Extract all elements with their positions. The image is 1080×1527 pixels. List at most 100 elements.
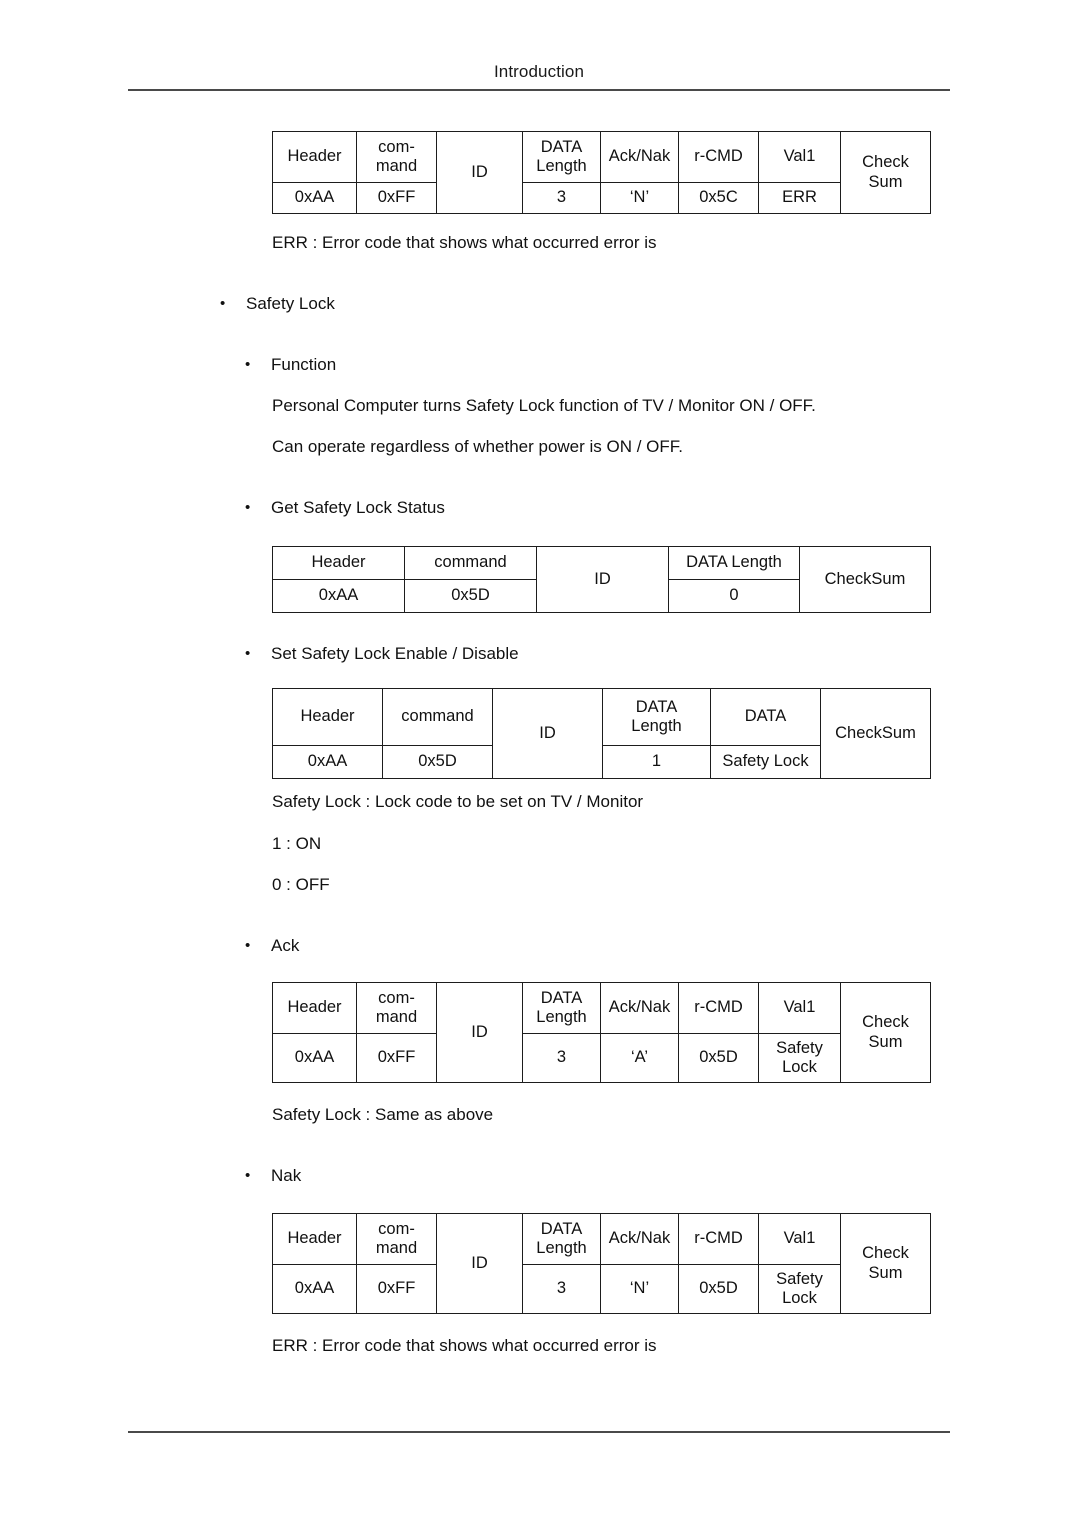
function-description-line1: Personal Computer turns Safety Lock func… [272,396,816,415]
cell-datalength-line1: DATA [540,988,583,1007]
cell-val1-value-line1: Safety [776,1038,823,1057]
cell-val1-value-line1: Safety [776,1269,823,1288]
bullet-glyph-icon: • [245,356,251,373]
cell-command-value: 0xFF [356,182,437,214]
cell-datalength-value: 3 [522,1264,601,1314]
bullet-safety-lock-label: Safety Lock [246,294,335,313]
table-row-header: Header command ID DATA Length DATA Check… [272,688,931,779]
cell-command-line2: mand [375,1239,418,1257]
bullet-glyph-icon: • [220,295,226,312]
cell-checksum-line1: Check [862,1244,909,1263]
cell-command-line1: com- [378,1219,415,1238]
cell-command-label: com- mand [356,982,437,1034]
packet-table-set-safety-lock: Header command ID DATA Length DATA Check… [272,688,931,779]
bullet-set-safety-lock-enable-disable: • Set Safety Lock Enable / Disable [245,644,519,664]
document-page: Introduction Header com- mand ID DATA Le… [0,0,1080,1527]
cell-header-label: Header [272,131,357,183]
cell-id-label: ID [436,1213,523,1314]
bullet-function: • Function [245,355,336,375]
cell-datalength-line1: DATA [540,1219,583,1238]
safety-lock-definition: Safety Lock : Lock code to be set on TV … [272,792,644,811]
bullet-safety-lock: • Safety Lock [220,294,335,314]
cell-datalength-line2: Length [536,157,587,175]
bullet-set-enable-label: Set Safety Lock Enable / Disable [271,644,519,663]
cell-rcmd-value: 0x5D [678,1033,759,1083]
cell-val1-label: Val1 [758,982,841,1034]
cell-header-value: 0xAA [272,182,357,214]
cell-acknak-label: Ack/Nak [600,131,679,183]
table-row-header: Header command ID DATA Length CheckSum [272,546,931,613]
packet-table-nak-top: Header com- mand ID DATA Length Ack/Nak … [272,131,931,214]
bullet-ack: • Ack [245,936,299,956]
cell-datalength-value: 3 [522,1033,601,1083]
cell-checksum-label: CheckSum [799,546,931,613]
cell-checksum-label: Check Sum [840,1213,931,1314]
bullet-function-label: Function [271,355,337,374]
cell-command-label: com- mand [356,1213,437,1265]
bullet-get-safety-lock-status: • Get Safety Lock Status [245,498,445,518]
header-rule [128,89,950,91]
cell-data-value: Safety Lock [710,745,821,779]
cell-val1-label: Val1 [758,1213,841,1265]
running-head: Introduction [493,62,585,81]
bullet-glyph-icon: • [245,937,251,954]
function-description-line2: Can operate regardless of whether power … [272,437,684,456]
bullet-get-status-label: Get Safety Lock Status [271,498,445,517]
cell-command-line2: mand [375,1008,418,1026]
cell-checksum-line1: Check [862,1013,909,1032]
bullet-glyph-icon: • [245,499,251,516]
cell-header-label: Header [272,546,405,580]
cell-datalength-value: 3 [522,182,601,214]
cell-header-value: 0xAA [272,745,383,779]
cell-command-label: command [382,688,493,746]
cell-command-value: 0x5D [404,579,537,613]
table-row-value: 0xAA 0xFF 3 ‘N’ 0x5C ERR [272,182,931,214]
cell-datalength-line1: DATA [540,137,583,156]
cell-acknak-value: ‘N’ [600,1264,679,1314]
cell-datalength-line2: Length [631,717,682,735]
cell-val1-value-line2: Lock [782,1289,817,1307]
cell-header-value: 0xAA [272,579,405,613]
cell-checksum-line1: Check [862,153,909,172]
bullet-glyph-icon: • [245,645,251,662]
cell-datalength-label: DATA Length [668,546,800,580]
footer-rule [128,1431,950,1433]
packet-table-nak: Header com- mand ID DATA Length Ack/Nak … [272,1213,931,1314]
err-note-bottom: ERR : Error code that shows what occurre… [272,1336,657,1355]
table-row-value: 0xAA 0xFF 3 ‘A’ 0x5D Safety Lock [272,1033,931,1083]
packet-table-get-safety-lock-status: Header command ID DATA Length CheckSum 0… [272,546,931,613]
table-row-header: Header com- mand ID DATA Length Ack/Nak … [272,131,931,214]
cell-acknak-label: Ack/Nak [600,1213,679,1265]
cell-datalength-line2: Length [536,1239,587,1257]
cell-checksum-label: Check Sum [840,131,931,214]
cell-val1-value: Safety Lock [758,1033,841,1083]
cell-acknak-value: ‘A’ [600,1033,679,1083]
cell-checksum-line2: Sum [868,172,903,191]
cell-header-label: Header [272,688,383,746]
cell-datalength-label: DATA Length [522,982,601,1034]
cell-datalength-label: DATA Length [522,131,601,183]
cell-id-label: ID [436,982,523,1083]
cell-checksum-label: CheckSum [820,688,931,779]
table-row-value: 0xAA 0xFF 3 ‘N’ 0x5D Safety Lock [272,1264,931,1314]
cell-command-line1: com- [378,137,415,156]
cell-header-value: 0xAA [272,1264,357,1314]
cell-command-line1: com- [378,988,415,1007]
bullet-nak: • Nak [245,1166,301,1186]
cell-val1-value: Safety Lock [758,1264,841,1314]
safety-lock-same-as-above: Safety Lock : Same as above [272,1105,494,1124]
cell-datalength-label: DATA Length [522,1213,601,1265]
cell-rcmd-label: r-CMD [678,1213,759,1265]
cell-checksum-line2: Sum [868,1263,903,1282]
bullet-ack-label: Ack [271,936,300,955]
cell-rcmd-value: 0x5C [678,182,759,214]
cell-rcmd-label: r-CMD [678,131,759,183]
cell-val1-label: Val1 [758,131,841,183]
cell-data-label: DATA [710,688,821,746]
cell-command-label: command [404,546,537,580]
safety-lock-value-off: 0 : OFF [272,875,330,894]
cell-id-label: ID [492,688,603,779]
cell-val1-value: ERR [758,182,841,214]
cell-header-label: Header [272,982,357,1034]
table-row-header: Header com- mand ID DATA Length Ack/Nak … [272,982,931,1083]
